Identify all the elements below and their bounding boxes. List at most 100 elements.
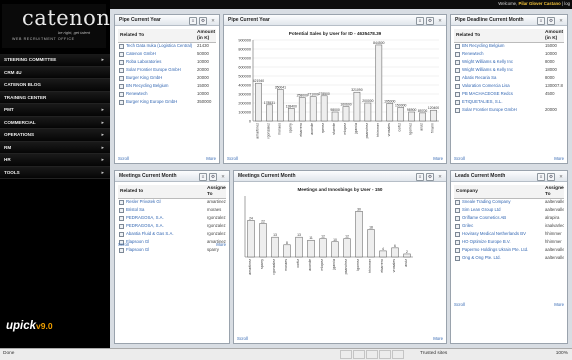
bar[interactable] bbox=[367, 229, 375, 258]
record-link[interactable]: Abatix Recaria Sa bbox=[454, 75, 543, 82]
zoom-level[interactable]: 100% bbox=[556, 351, 568, 356]
record-link[interactable]: Renewtech bbox=[454, 51, 543, 58]
bar[interactable] bbox=[247, 220, 255, 258]
bar[interactable] bbox=[386, 103, 394, 122]
bar[interactable] bbox=[277, 89, 284, 122]
nav-item-crm-4u[interactable]: CRM 4U bbox=[0, 66, 110, 79]
record-link[interactable]: Resler Privotek Gl bbox=[118, 199, 205, 206]
bar[interactable] bbox=[319, 238, 327, 258]
user-name[interactable]: Pilar Glover Castano bbox=[518, 1, 560, 6]
nav-item-rm[interactable]: RM ▸ bbox=[0, 141, 110, 154]
nav-item-training-center[interactable]: TRAINING CENTER bbox=[0, 91, 110, 104]
column-header[interactable]: Company bbox=[454, 185, 543, 198]
gear-icon[interactable]: ⚙ bbox=[209, 172, 217, 181]
record-link[interactable]: Wright Williams & Kelly Inc bbox=[454, 67, 543, 74]
column-header[interactable]: Related to bbox=[118, 185, 205, 198]
more-link[interactable]: More bbox=[206, 156, 216, 161]
bar[interactable] bbox=[364, 102, 372, 122]
bar[interactable] bbox=[283, 244, 291, 258]
scroll-link[interactable]: Scroll bbox=[227, 156, 238, 161]
filter-icon[interactable]: ≡ bbox=[537, 16, 545, 25]
gear-icon[interactable]: ⚙ bbox=[426, 16, 434, 25]
nav-item-tools[interactable]: TOOLS ▸ bbox=[0, 166, 110, 179]
more-link[interactable]: More bbox=[216, 242, 226, 247]
bar[interactable] bbox=[408, 111, 415, 122]
column-header[interactable]: Amount (in K) bbox=[543, 29, 564, 42]
bar[interactable] bbox=[298, 97, 306, 122]
record-link[interactable]: HO Optimize Europe B.V. bbox=[454, 239, 543, 246]
bar[interactable] bbox=[255, 82, 262, 122]
record-link[interactable]: Catenon GmbH bbox=[118, 51, 195, 58]
gear-icon[interactable]: ⚙ bbox=[426, 172, 434, 181]
bar[interactable] bbox=[353, 91, 361, 122]
bar[interactable] bbox=[391, 247, 399, 258]
nav-item-steering-committee[interactable]: STEERING COMMITTEE ▸ bbox=[0, 54, 110, 67]
record-link[interactable]: Wright Williams & Kelly Inc bbox=[454, 59, 543, 66]
record-link[interactable]: Oriflame Cosmetics AB bbox=[454, 215, 543, 222]
column-header[interactable]: Related To bbox=[118, 29, 195, 42]
bar[interactable] bbox=[309, 96, 317, 122]
column-header[interactable]: Related To bbox=[454, 29, 543, 42]
nav-item-commercial[interactable]: COMMERCIAL ▸ bbox=[0, 116, 110, 129]
filter-icon[interactable]: ≡ bbox=[537, 172, 545, 181]
bar[interactable] bbox=[331, 241, 339, 258]
close-icon[interactable]: ✕ bbox=[436, 17, 444, 25]
record-link[interactable]: Burger King Europe GmbH bbox=[118, 99, 195, 106]
record-link[interactable]: Solar Frontier Europe GmbH bbox=[118, 67, 195, 74]
record-link[interactable]: PEDRAGOSA, S.A. bbox=[118, 223, 205, 230]
bar[interactable] bbox=[307, 239, 315, 258]
gear-icon[interactable]: ⚙ bbox=[547, 16, 555, 25]
more-link[interactable]: More bbox=[433, 336, 443, 341]
bar[interactable] bbox=[287, 108, 295, 122]
more-link[interactable]: More bbox=[554, 156, 564, 161]
close-icon[interactable]: ✕ bbox=[436, 173, 444, 181]
record-link[interactable]: Tech Data Iruka (Logistica Central) bbox=[118, 43, 195, 50]
record-link[interactable]: Burger King GmbH bbox=[118, 75, 195, 82]
record-link[interactable]: Abantia Fluid & Gas S.A. bbox=[118, 231, 205, 238]
record-link[interactable]: BN Recycling Belgium bbox=[118, 83, 195, 90]
bar[interactable] bbox=[259, 223, 267, 258]
record-link[interactable]: Ong & Ong Pte. Ltd. bbox=[454, 255, 543, 262]
record-link[interactable]: Grilec bbox=[454, 223, 543, 230]
record-link[interactable]: Flapsoon Gl bbox=[118, 247, 205, 253]
gear-icon[interactable]: ⚙ bbox=[547, 172, 555, 181]
record-link[interactable]: Solar Frontier Europe GmbH bbox=[454, 107, 543, 114]
record-link[interactable]: Sim Lean Group Ltd bbox=[454, 207, 543, 214]
record-link[interactable]: Sneale Trading Company bbox=[454, 199, 543, 206]
scroll-link[interactable]: Scroll bbox=[118, 156, 129, 161]
record-link[interactable]: PEDRAGOSA, S.A. bbox=[118, 215, 205, 222]
bar[interactable] bbox=[397, 107, 405, 122]
record-link[interactable]: PB MACHACEOSE Redcs bbox=[454, 91, 543, 98]
bar[interactable] bbox=[375, 44, 383, 122]
catenon-logo[interactable]: catenon be right, get talent WEB RECRUIT… bbox=[2, 4, 110, 48]
record-link[interactable]: Papermo Holdings Ukrain Pte. Ltd. bbox=[454, 247, 543, 254]
more-link[interactable]: More bbox=[433, 156, 443, 161]
filter-icon[interactable]: ≡ bbox=[189, 16, 197, 25]
bar[interactable] bbox=[295, 236, 303, 258]
close-icon[interactable]: ✕ bbox=[557, 173, 565, 181]
scroll-link[interactable]: Scroll bbox=[454, 302, 465, 307]
filter-icon[interactable]: ≡ bbox=[416, 172, 424, 181]
close-icon[interactable]: ✕ bbox=[209, 17, 217, 25]
nav-item-hr[interactable]: HR ▸ bbox=[0, 154, 110, 167]
record-link[interactable]: Bristol Sa bbox=[118, 207, 205, 214]
bar[interactable] bbox=[419, 112, 426, 122]
bar[interactable] bbox=[403, 253, 411, 258]
record-link[interactable]: Flapsoon Gl bbox=[118, 239, 205, 246]
record-link[interactable]: Roba Laboratories bbox=[118, 59, 195, 66]
record-link[interactable]: ETIQUETALIES, S.L. bbox=[454, 99, 543, 106]
scroll-link[interactable]: Scroll bbox=[237, 336, 248, 341]
filter-icon[interactable]: ≡ bbox=[416, 16, 424, 25]
record-link[interactable]: BN Recycling Belgium bbox=[454, 43, 543, 50]
record-link[interactable]: Renewtech bbox=[118, 91, 195, 98]
record-link[interactable]: Valoration Comercia Lisa bbox=[454, 83, 543, 90]
filter-icon[interactable]: ≡ bbox=[199, 172, 207, 181]
bar[interactable] bbox=[379, 250, 387, 258]
column-header[interactable]: Assigned To bbox=[205, 185, 226, 198]
nav-item-operations[interactable]: OPERATIONS ▸ bbox=[0, 129, 110, 142]
bar[interactable] bbox=[331, 111, 339, 122]
bar[interactable] bbox=[430, 109, 437, 122]
close-icon[interactable]: ✕ bbox=[557, 17, 565, 25]
column-header[interactable]: Assigned To bbox=[543, 185, 564, 198]
bar[interactable] bbox=[320, 95, 328, 122]
